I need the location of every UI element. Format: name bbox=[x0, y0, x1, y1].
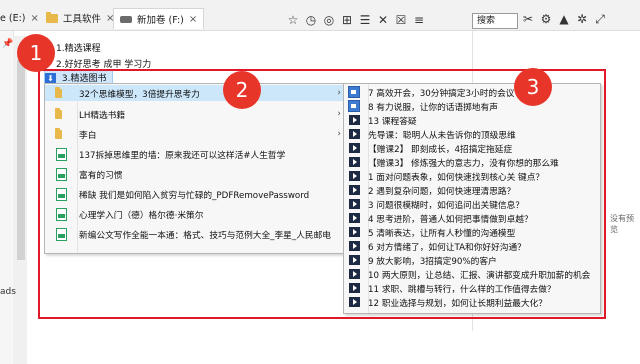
menu-item-label: 8 有力说服，让你的话语掷地有声 bbox=[368, 102, 498, 113]
step-badge-2: 2 bbox=[223, 71, 261, 109]
toolbar: ☆ ◷ ◎ ⊞ ☰ ✕ ☒ ≡ bbox=[285, 11, 429, 29]
close-icon[interactable]: × bbox=[30, 13, 38, 24]
chevron-right-icon: › bbox=[337, 129, 341, 139]
menu-item-label: 12 职业选择与规划，如何让长期利益最大化？ bbox=[368, 298, 547, 309]
menu-item[interactable]: 李白 › bbox=[45, 126, 347, 142]
video-icon bbox=[348, 283, 360, 293]
list-item[interactable]: 2.好好思考 成甲 学习力 bbox=[56, 57, 151, 70]
menu-item-label: 【赠课2】 即刻成长，4招搞定拖延症 bbox=[368, 144, 513, 155]
menu-item-label: 富有的习惯 bbox=[79, 170, 123, 181]
menu-item-label: 2 遇到复杂问题，如何快速理清思路？ bbox=[368, 186, 516, 197]
windows-icon[interactable]: ⊞ bbox=[339, 12, 355, 28]
menu-item-label: 13 课程答疑 bbox=[368, 116, 417, 127]
folder-icon bbox=[55, 86, 62, 98]
delete-icon[interactable]: ☒ bbox=[393, 12, 409, 28]
menu-item[interactable]: 稀缺 我们是如何陷入贫穷与忙碌的_PDFRemovePassword bbox=[45, 186, 347, 202]
video-icon bbox=[348, 297, 360, 307]
step-badge-3: 3 bbox=[514, 68, 552, 106]
list-item[interactable]: 1.精选课程 bbox=[56, 41, 101, 54]
chevron-right-icon: › bbox=[337, 88, 341, 98]
tab-bar: e (E:) × 工具软件 × 新加卷 (F:) × ☆ ◷ ◎ ⊞ ☰ ✕ ☒… bbox=[0, 0, 640, 31]
left-strip bbox=[0, 31, 14, 364]
chevron-right-icon: › bbox=[337, 109, 341, 119]
folder-icon bbox=[46, 11, 58, 23]
video-icon bbox=[348, 143, 360, 153]
tab-label: 新加卷 (F:) bbox=[137, 15, 184, 26]
menu-item-label: 9 放大影响，3招搞定90%的客户 bbox=[368, 256, 497, 267]
menu-item[interactable]: 137拆掉思维里的墙：原来我还可以这样活#人生哲学 bbox=[45, 146, 347, 162]
pin-icon[interactable]: 📌 bbox=[2, 39, 13, 49]
history-icon[interactable]: ◷ bbox=[303, 12, 319, 28]
video-icon bbox=[348, 255, 360, 265]
folder-icon bbox=[55, 127, 62, 139]
context-menu-files: 7 高效开会，30分钟搞定3小时的会议 8 有力说服，让你的话语掷地有声 13 … bbox=[343, 83, 601, 314]
video-icon bbox=[348, 171, 360, 181]
pdf-icon bbox=[55, 227, 67, 241]
video-icon bbox=[348, 241, 360, 251]
menu-item-label: 11 求职、跳槽与转行，什么样的工作值得去做？ bbox=[368, 284, 556, 295]
pdf-icon bbox=[55, 187, 67, 201]
video-icon bbox=[348, 157, 360, 167]
menu-item[interactable]: 12 职业选择与规划，如何让长期利益最大化？ bbox=[344, 294, 600, 310]
list-icon[interactable]: ☰ bbox=[357, 12, 373, 28]
drive-icon bbox=[120, 15, 132, 23]
menu-item[interactable]: 富有的习惯 bbox=[45, 166, 347, 182]
menu-item-label: 1 面对问题表象，如何快速找到核心关 键点？ bbox=[368, 172, 545, 183]
menu-item-label: 4 思考进阶，普通人如何把事情做到卓越？ bbox=[368, 214, 533, 225]
tab-label: 工具软件 bbox=[63, 14, 102, 25]
video-icon bbox=[348, 269, 360, 279]
pdf-icon bbox=[55, 147, 67, 161]
menu-item-label: 心理学入门（德）格尔德·米策尔 bbox=[79, 210, 204, 221]
star-icon[interactable]: ☆ bbox=[285, 12, 301, 28]
menu-item-label: 5 清晰表达，让所有人秒懂的沟通模型 bbox=[368, 228, 516, 239]
folder-icon bbox=[55, 107, 62, 119]
close-icon[interactable]: × bbox=[189, 14, 197, 25]
video-icon bbox=[348, 199, 360, 209]
video-icon bbox=[348, 227, 360, 237]
image-icon bbox=[348, 86, 360, 98]
pdf-icon bbox=[55, 207, 67, 221]
menu-item-label: 先导课：聪明人从未告诉你的顶级思维 bbox=[368, 130, 516, 141]
video-icon bbox=[348, 213, 360, 223]
video-icon bbox=[348, 115, 360, 125]
menu-item-label: 32个思维模型，3倍提升思考力 bbox=[79, 89, 200, 100]
step-badge-1: 1 bbox=[17, 34, 55, 72]
pdf-icon bbox=[55, 167, 67, 181]
menu-item-label: 李白 bbox=[79, 130, 97, 141]
scrollbar-thumb[interactable] bbox=[17, 60, 25, 260]
network-icon[interactable]: ◎ bbox=[321, 12, 337, 28]
menu-item[interactable]: 32个思维模型，3倍提升思考力 › bbox=[45, 85, 347, 101]
menu-item-label: 新编公文写作全能一本通：格式、技巧与范例大全_李星_人民邮电 bbox=[79, 230, 331, 241]
search-input[interactable]: 搜索 bbox=[472, 13, 518, 29]
menu-item[interactable]: 新编公文写作全能一本通：格式、技巧与范例大全_李星_人民邮电 bbox=[45, 226, 347, 242]
tab-tools[interactable]: 工具软件 × bbox=[46, 8, 114, 28]
menu-icon[interactable]: ≡ bbox=[411, 12, 427, 28]
video-icon bbox=[348, 129, 360, 139]
menu-item[interactable]: LH精选书籍 › bbox=[45, 106, 347, 122]
menu-item-label: 10 两大原则，让总结、汇报、演讲都变成升职加薪的机会 bbox=[368, 270, 591, 281]
tab-label: e (E:) bbox=[0, 12, 26, 24]
tab-drive-f[interactable]: 新加卷 (F:) × bbox=[113, 8, 205, 29]
context-menu-folder: 32个思维模型，3倍提升思考力 › LH精选书籍 › 李白 › 137拆掉思维里… bbox=[44, 83, 348, 254]
video-icon bbox=[348, 185, 360, 195]
up-arrow-icon[interactable]: ▲ bbox=[556, 11, 572, 27]
menu-item-label: 137拆掉思维里的墙：原来我还可以这样活#人生哲学 bbox=[79, 150, 286, 161]
preview-text: 没有预览 bbox=[610, 214, 634, 234]
expand-icon[interactable]: ⤢ bbox=[592, 11, 608, 27]
scissors-icon[interactable]: ✂ bbox=[520, 11, 536, 27]
menu-item-label: 6 对方情绪了，如何让TA和你好好沟通？ bbox=[368, 242, 526, 253]
menu-item-label: 3 问题很模糊时，如何追问出关键信息？ bbox=[368, 200, 524, 211]
gear-icon[interactable]: ✲ bbox=[574, 11, 590, 27]
menu-item-label: 稀缺 我们是如何陷入贫穷与忙碌的_PDFRemovePassword bbox=[79, 190, 310, 201]
menu-item-label: 7 高效开会，30分钟搞定3小时的会议 bbox=[368, 88, 515, 99]
menu-item[interactable]: 心理学入门（德）格尔德·米策尔 bbox=[45, 206, 347, 222]
left-pane-text: ads bbox=[0, 287, 16, 297]
image-icon bbox=[348, 100, 360, 112]
menu-item-label: LH精选书籍 bbox=[79, 110, 126, 121]
close-all-icon[interactable]: ✕ bbox=[375, 12, 391, 28]
menu-item-label: 【赠课3】 修炼强大的意志力，没有你想的那么难 bbox=[368, 158, 559, 169]
settings-icon[interactable]: ⚙ bbox=[538, 11, 554, 27]
tab-drive-e[interactable]: e (E:) × bbox=[0, 8, 39, 28]
